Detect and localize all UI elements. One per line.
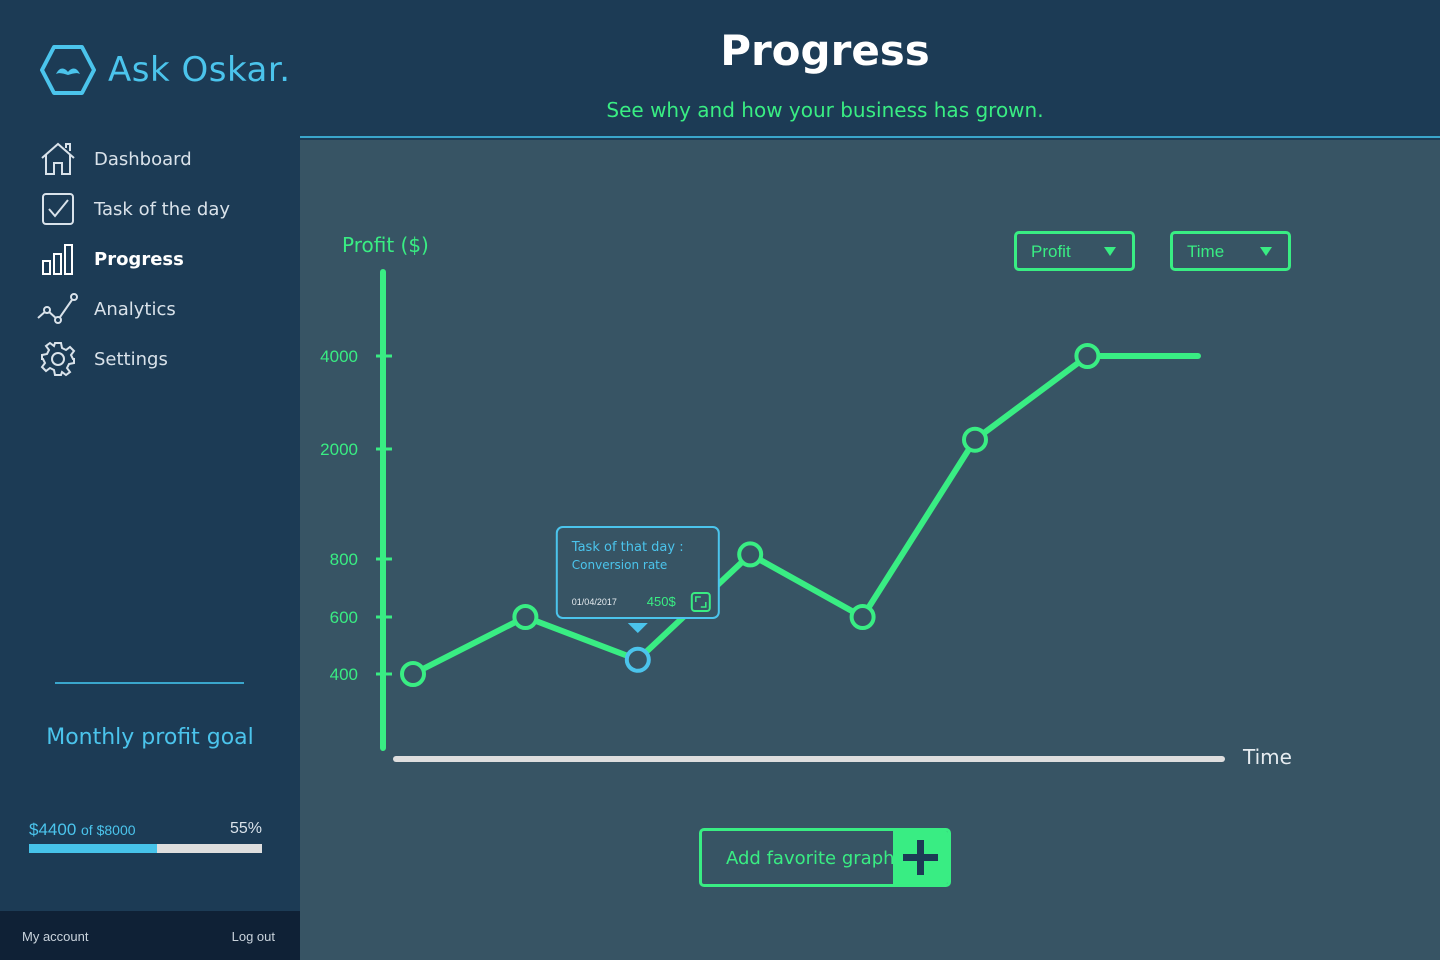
add-favorite-graph-button[interactable]: Add favorite graph xyxy=(699,828,951,887)
y-tick-label: 600 xyxy=(330,608,358,627)
axis-dropdown-value: Time xyxy=(1187,242,1225,261)
sidebar-item-label: Progress xyxy=(94,248,184,270)
y-tick-label: 2000 xyxy=(320,440,358,459)
sidebar-nav: Dashboard Task of the day Progress Analy… xyxy=(36,134,230,384)
goal-progress-fill xyxy=(29,844,158,853)
sidebar-item-analytics[interactable]: Analytics xyxy=(36,284,230,334)
sidebar-item-progress[interactable]: Progress xyxy=(36,234,230,284)
goal-percent: 55% xyxy=(229,820,262,837)
sidebar-item-label: Analytics xyxy=(94,298,176,320)
my-account-link[interactable]: My account xyxy=(22,929,88,944)
log-out-link[interactable]: Log out xyxy=(232,929,275,944)
data-point[interactable] xyxy=(737,541,764,568)
sidebar-item-label: Dashboard xyxy=(94,148,192,170)
sidebar-item-dashboard[interactable]: Dashboard xyxy=(36,134,230,184)
goal-title: Monthly profit goal xyxy=(46,725,254,750)
main-panel: 400 600 800 2000 4000 Profit ($) Time Task of t… xyxy=(300,140,1440,960)
goal-target: of $8000 xyxy=(81,822,136,838)
y-tick-label: 800 xyxy=(330,550,358,569)
account-bar: My account Log out xyxy=(0,911,300,960)
y-axis-title: Profit ($) xyxy=(342,233,429,257)
sidebar-item-settings[interactable]: Settings xyxy=(36,334,230,384)
checkbox-icon xyxy=(36,189,80,229)
caret-down-icon xyxy=(1104,247,1116,256)
gear-icon xyxy=(36,339,80,379)
page-header: Progress See why and how your business h… xyxy=(300,0,1440,138)
goal-values: $4400 of $8000 55% xyxy=(29,818,262,842)
sidebar-item-label: Task of the day xyxy=(94,198,231,220)
add-favorite-graph-label: Add favorite graph xyxy=(726,848,895,869)
tooltip-value: 450$ xyxy=(647,594,677,609)
y-tick-label: 400 xyxy=(330,665,358,684)
plus-icon xyxy=(893,831,948,884)
axis-dropdown[interactable]: Time xyxy=(1170,231,1291,271)
line-chart-icon xyxy=(36,289,80,329)
metric-dropdown-value: Profit xyxy=(1031,242,1071,261)
page-subtitle: See why and how your business has grown. xyxy=(606,98,1044,122)
metric-dropdown[interactable]: Profit xyxy=(1014,231,1135,271)
data-point[interactable] xyxy=(962,426,988,453)
goal-progress-bar xyxy=(29,844,262,853)
tooltip-task: Conversion rate xyxy=(572,558,667,572)
data-point[interactable] xyxy=(849,604,876,630)
home-icon xyxy=(36,139,80,179)
goal-divider xyxy=(55,682,244,684)
bar-chart-icon xyxy=(36,239,80,279)
app-logo[interactable]: Ask Oskar. xyxy=(40,44,291,96)
tooltip-title: Task of that day : xyxy=(571,540,684,555)
sidebar: Ask Oskar. Dashboard Task of the day Pro… xyxy=(0,0,300,960)
data-point[interactable] xyxy=(1074,343,1101,369)
mustache-logo-icon xyxy=(40,45,96,95)
sidebar-item-task-of-the-day[interactable]: Task of the day xyxy=(36,184,230,234)
tooltip-pointer xyxy=(627,623,648,633)
data-point[interactable] xyxy=(400,661,426,687)
tooltip-date: 01/04/2017 xyxy=(572,597,617,607)
caret-down-icon xyxy=(1260,247,1272,256)
app-name: Ask Oskar. xyxy=(108,50,291,90)
data-point[interactable] xyxy=(624,646,651,673)
sidebar-item-label: Settings xyxy=(94,348,168,370)
y-tick-label: 4000 xyxy=(320,347,358,366)
goal-current-value: $4400 of $8000 xyxy=(29,820,136,839)
x-axis-title: Time xyxy=(1242,745,1292,769)
data-point[interactable] xyxy=(512,604,539,630)
page-title: Progress xyxy=(720,26,930,75)
